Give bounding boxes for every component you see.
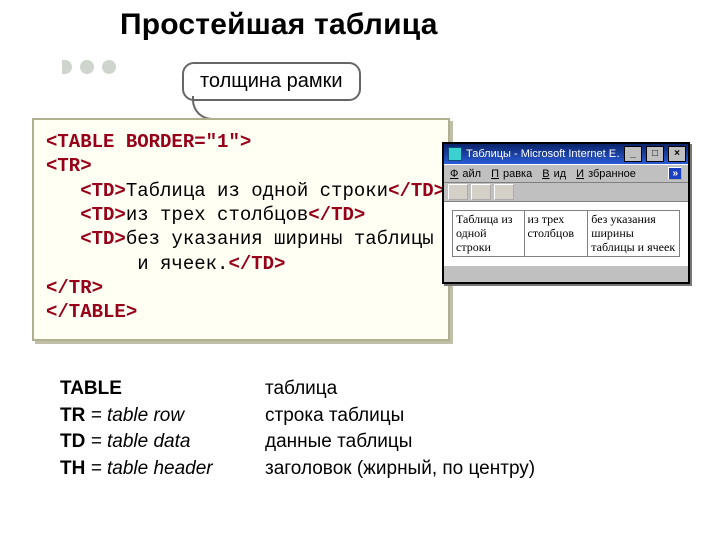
term-rest: = table header	[85, 458, 212, 479]
definition-row: TABLE таблица	[60, 376, 535, 403]
toolbar	[444, 183, 688, 202]
code-tag: >	[240, 131, 251, 153]
decorative-dots	[62, 60, 116, 74]
code-tag: </TR>	[46, 277, 103, 299]
toolbar-button[interactable]	[448, 184, 468, 200]
slide: Простейшая таблица толщина рамки <TABLE …	[0, 0, 720, 540]
window-title-text: Таблицы - Microsoft Internet E…	[466, 148, 620, 160]
html-table: Таблица из одной строки из трех столбцов…	[452, 210, 680, 257]
code-text: Таблица из одной строки	[126, 180, 388, 202]
definition-desc: таблица	[265, 376, 337, 403]
code-tag: </TD>	[308, 204, 365, 226]
definition-desc: заголовок (жирный, по центру)	[265, 456, 535, 483]
code-tag: <TABLE	[46, 131, 114, 153]
definition-row: TD = table data данные таблицы	[60, 429, 535, 456]
t: айл	[460, 168, 483, 180]
minimize-button[interactable]: _	[624, 146, 642, 162]
code-tag: <TD>	[46, 204, 126, 226]
u: П	[489, 168, 501, 180]
u: Ф	[448, 168, 460, 180]
term-bold: TH	[60, 458, 85, 479]
dot-icon	[62, 60, 72, 74]
definition-term: TD = table data	[60, 429, 265, 456]
code-attr: BORDER="1"	[114, 131, 239, 153]
page-content: Таблица из одной строки из трех столбцов…	[444, 202, 688, 265]
definition-term: TH = table header	[60, 456, 265, 483]
menu-file[interactable]: Файл	[446, 168, 485, 180]
callout-tail-icon	[192, 96, 216, 120]
term-bold: TR	[60, 405, 85, 426]
table-cell: Таблица из одной строки	[453, 211, 525, 257]
ie-icon	[448, 147, 462, 161]
code-text: и ячеек.	[46, 253, 228, 275]
term-rest: = table data	[85, 431, 190, 452]
t: равка	[501, 168, 534, 180]
browser-window: Таблицы - Microsoft Internet E… _ □ × Фа…	[442, 142, 690, 284]
table-row: Таблица из одной строки из трех столбцов…	[453, 211, 680, 257]
menu-bar: Файл Правка Вид Избранное »	[444, 164, 688, 183]
definitions: TABLE таблица TR = table row строка табл…	[60, 376, 535, 482]
u: И	[574, 168, 586, 180]
code-text: из трех столбцов	[126, 204, 308, 226]
definition-term: TR = table row	[60, 403, 265, 430]
code-tag: <TD>	[46, 228, 126, 250]
u: В	[540, 168, 551, 180]
toolbar-button[interactable]	[471, 184, 491, 200]
menu-edit[interactable]: Правка	[487, 168, 536, 180]
term-bold: TABLE	[60, 378, 122, 399]
t: збранное	[586, 168, 638, 180]
definition-row: TH = table header заголовок (жирный, по …	[60, 456, 535, 483]
menu-overflow-icon[interactable]: »	[668, 167, 682, 180]
t: ид	[552, 168, 569, 180]
table-cell: без указания ширины таблицы и ячеек	[588, 211, 680, 257]
term-bold: TD	[60, 431, 85, 452]
table-cell: из трех столбцов	[524, 211, 588, 257]
code-block: <TABLE BORDER="1"> <TR> <TD>Таблица из о…	[32, 118, 450, 341]
definition-row: TR = table row строка таблицы	[60, 403, 535, 430]
dot-icon	[80, 60, 94, 74]
code-text: без указания ширины таблицы	[126, 228, 434, 250]
code-tag: </TD>	[388, 180, 445, 202]
menu-favorites[interactable]: Избранное	[572, 168, 640, 180]
dot-icon	[102, 60, 116, 74]
definition-desc: данные таблицы	[265, 429, 412, 456]
definition-term: TABLE	[60, 376, 265, 403]
status-bar	[444, 265, 688, 282]
code-tag: <TD>	[46, 180, 126, 202]
maximize-button[interactable]: □	[646, 146, 664, 162]
code-tag: </TABLE>	[46, 301, 137, 323]
toolbar-button[interactable]	[494, 184, 514, 200]
code-tag: </TD>	[228, 253, 285, 275]
page-title: Простейшая таблица	[120, 8, 438, 42]
close-button[interactable]: ×	[668, 146, 686, 162]
window-titlebar: Таблицы - Microsoft Internet E… _ □ ×	[444, 144, 688, 164]
definition-desc: строка таблицы	[265, 403, 404, 430]
term-rest: = table row	[85, 405, 184, 426]
code-tag: <TR>	[46, 155, 92, 177]
menu-view[interactable]: Вид	[538, 168, 570, 180]
